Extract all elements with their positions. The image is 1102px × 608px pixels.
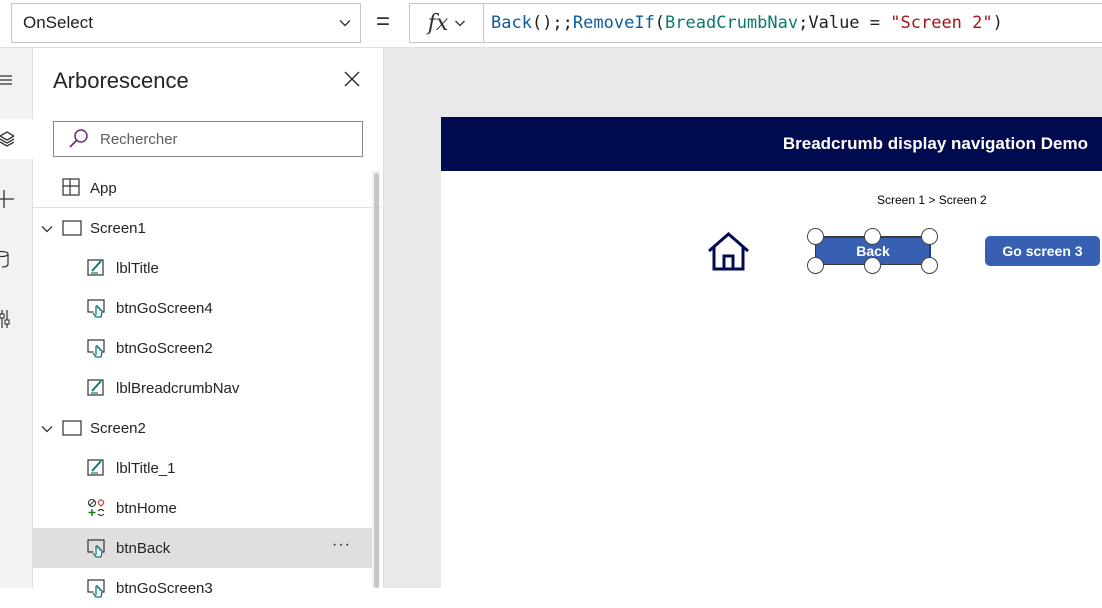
tree-item-lbltitle[interactable]: lblTitle	[33, 248, 373, 288]
plus-icon	[0, 190, 14, 208]
button-icon	[87, 298, 107, 322]
formula-bar: OnSelect = fx Back ();; RemoveIf(BreadCrum…	[0, 0, 1102, 48]
tree-item-label: Screen1	[90, 219, 146, 237]
tree-item-label: App	[90, 179, 117, 197]
formula-token: ;	[798, 13, 809, 33]
tree-item-btnback[interactable]: btnBack ···	[33, 528, 373, 568]
screen-icon	[62, 420, 82, 440]
tree-item-label: lblTitle_1	[116, 459, 176, 477]
rail-data-button[interactable]	[0, 239, 33, 279]
label-icon	[87, 458, 105, 480]
formula-token: =	[869, 13, 891, 33]
tree-item-lbltitle-1[interactable]: lblTitle_1	[33, 448, 373, 488]
go-screen3-label: Go screen 3	[1002, 243, 1083, 259]
button-icon	[87, 538, 107, 562]
resize-handle-top-left[interactable]	[807, 228, 824, 245]
more-options-icon[interactable]: ···	[332, 536, 351, 554]
search-icon	[69, 129, 88, 148]
screen-icon	[62, 220, 82, 240]
rail-menu-button[interactable]	[0, 60, 33, 100]
left-rail	[0, 48, 33, 588]
header-title: Breadcrumb display navigation Demo	[782, 134, 1088, 153]
formula-token: )	[992, 13, 1003, 33]
panel-title: Arborescence	[53, 68, 189, 93]
search-placeholder: Rechercher	[100, 130, 178, 148]
formula-input[interactable]: Back ();; RemoveIf(BreadCrumbNav; Value = "…	[483, 3, 1102, 43]
tree-item-app[interactable]: App	[33, 168, 373, 208]
chevron-down-icon[interactable]	[41, 423, 53, 435]
resize-handle-bottom-right[interactable]	[921, 257, 938, 274]
breadcrumb-label[interactable]: Screen 1 > Screen 2	[877, 193, 987, 207]
button-icon	[87, 578, 107, 602]
resize-handle-top-right[interactable]	[921, 228, 938, 245]
resize-handle-top[interactable]	[864, 228, 881, 245]
button-icon	[87, 338, 107, 362]
close-icon[interactable]	[342, 69, 362, 89]
fx-button[interactable]: fx	[409, 3, 484, 43]
tree-item-label: btnGoScreen2	[116, 339, 213, 357]
tree-item-screen1[interactable]: Screen1	[33, 208, 373, 248]
formula-token: RemoveIf	[572, 13, 655, 33]
tree-item-btngoscreen3[interactable]: btnGoScreen3	[33, 568, 373, 608]
app-screen-preview: Breadcrumb display navigation Demo Scree…	[441, 117, 1102, 588]
rail-advanced-tools-button[interactable]	[0, 299, 33, 339]
tree-item-screen2[interactable]: Screen2	[33, 408, 373, 448]
chevron-down-icon	[339, 20, 351, 27]
app-icon	[62, 178, 80, 196]
formula-token: (	[654, 13, 666, 33]
rail-tree-view-button[interactable]	[0, 119, 33, 159]
tree-item-lblbreadcrumbnav[interactable]: lblBreadcrumbNav	[33, 368, 373, 408]
tree-item-label: lblBreadcrumbNav	[116, 379, 240, 397]
chevron-down-icon	[455, 20, 466, 27]
formula-token: Value	[808, 13, 870, 33]
resize-handle-bottom-left[interactable]	[807, 257, 824, 274]
tree-item-label: btnGoScreen4	[116, 299, 213, 317]
tools-icon	[0, 310, 10, 328]
tree-item-label: btnBack	[116, 539, 171, 557]
formula-token: ();;	[531, 13, 573, 33]
tree-item-label: btnGoScreen3	[116, 579, 213, 597]
tree-item-label: btnHome	[116, 499, 177, 517]
formula-token: "Screen 2"	[890, 13, 993, 33]
equals-sign: =	[376, 8, 391, 35]
tree-item-label: lblTitle	[116, 259, 159, 277]
database-icon	[0, 250, 9, 268]
hamburger-icon	[0, 75, 12, 85]
resize-handle-bottom[interactable]	[864, 257, 881, 274]
layers-icon	[0, 131, 14, 147]
icon-control-icon	[87, 498, 107, 522]
tree-scrollbar-thumb[interactable]	[374, 173, 379, 588]
screen-header: Breadcrumb display navigation Demo	[441, 117, 1102, 171]
home-icon[interactable]	[707, 232, 750, 272]
rail-insert-button[interactable]	[0, 179, 33, 219]
label-icon	[87, 258, 105, 280]
property-dropdown-value: OnSelect	[23, 13, 93, 32]
tree-item-btnhome[interactable]: btnHome	[33, 488, 373, 528]
tree-item-btngoscreen2[interactable]: btnGoScreen2	[33, 328, 373, 368]
tree-item-label: Screen2	[90, 419, 146, 437]
go-screen3-button[interactable]: Go screen 3	[985, 236, 1100, 266]
formula-token: Back	[491, 13, 532, 33]
tree-item-btngoscreen4[interactable]: btnGoScreen4	[33, 288, 373, 328]
label-icon	[87, 378, 105, 400]
tree-view-panel: Arborescence Rechercher App Screen1 lblTi…	[33, 48, 384, 598]
property-dropdown[interactable]: OnSelect	[11, 3, 361, 43]
search-input[interactable]: Rechercher	[53, 121, 363, 157]
fx-icon: fx	[427, 10, 449, 36]
chevron-down-icon[interactable]	[41, 223, 53, 235]
formula-token: BreadCrumbNav	[665, 13, 799, 33]
